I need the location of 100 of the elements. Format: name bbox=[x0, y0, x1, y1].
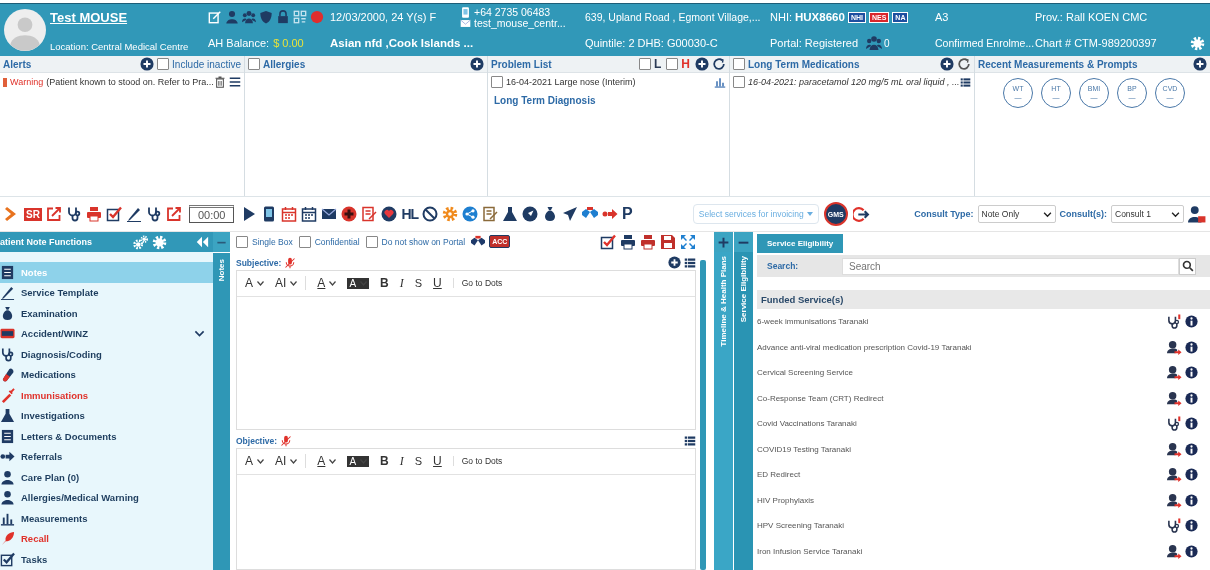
printer-icon[interactable] bbox=[620, 233, 636, 250]
sidebar-item[interactable]: Examination bbox=[0, 303, 213, 324]
service-name[interactable]: HIV Prophylaxis bbox=[757, 495, 1164, 505]
add-icon[interactable] bbox=[470, 57, 484, 71]
problem-entry[interactable]: 16-04-2021 Large nose (Interim) bbox=[506, 77, 711, 87]
text-editor[interactable]: A AI A A B I S U Go to Dots bbox=[236, 269, 696, 430]
add-icon[interactable] bbox=[1193, 57, 1207, 71]
format-button[interactable]: AI bbox=[275, 454, 307, 469]
checkbox[interactable] bbox=[298, 235, 311, 248]
sidebar-item[interactable]: Measurements bbox=[0, 508, 213, 529]
search-field[interactable]: Search bbox=[842, 257, 1179, 275]
lock-icon[interactable] bbox=[276, 10, 290, 24]
user-lock-icon[interactable] bbox=[1188, 205, 1206, 223]
add-icon[interactable] bbox=[695, 57, 709, 71]
refresh-icon[interactable] bbox=[957, 57, 971, 71]
person-arrow-icon[interactable] bbox=[1167, 467, 1182, 483]
checkbox[interactable] bbox=[248, 58, 260, 70]
checkbox[interactable] bbox=[666, 58, 679, 70]
service-name[interactable]: HPV Screening Taranaki bbox=[757, 521, 1164, 531]
medication-entry[interactable]: 16-04-2021: paracetamol 120 mg/5 mL oral liquid , ... bbox=[748, 77, 957, 87]
microphone-icon[interactable] bbox=[280, 434, 293, 447]
format-button[interactable]: A bbox=[317, 276, 337, 291]
alert-text[interactable]: (Patient known to stood on. Refer to Pra... bbox=[46, 77, 211, 87]
caret-icon[interactable] bbox=[329, 280, 337, 286]
pen-icon[interactable] bbox=[125, 206, 142, 222]
sidebar-item[interactable]: Tasks bbox=[0, 549, 213, 570]
group-icon[interactable] bbox=[866, 35, 883, 51]
menu-icon[interactable] bbox=[229, 76, 241, 88]
checkbox-icon[interactable] bbox=[0, 551, 15, 567]
stethoscope-icon[interactable] bbox=[1167, 314, 1182, 330]
info-icon[interactable] bbox=[1185, 442, 1198, 456]
format-button[interactable]: I bbox=[399, 454, 404, 469]
sidebar-item[interactable]: Investigations bbox=[0, 405, 213, 426]
format-button[interactable]: Go to Dots bbox=[452, 278, 503, 289]
format-button[interactable]: AI bbox=[275, 276, 307, 291]
person-arrow-icon[interactable] bbox=[1167, 390, 1182, 406]
format-button[interactable]: A bbox=[347, 277, 370, 289]
save-icon[interactable] bbox=[660, 233, 676, 250]
sidebar-item[interactable]: Medications bbox=[0, 364, 213, 385]
group-icon[interactable] bbox=[242, 10, 256, 24]
settings-icon[interactable] bbox=[1189, 35, 1205, 51]
clipboard-icon[interactable] bbox=[482, 206, 499, 222]
arrow-right-icon[interactable] bbox=[602, 206, 619, 222]
flask-icon[interactable] bbox=[502, 206, 519, 222]
stethoscope-icon[interactable] bbox=[0, 346, 15, 362]
hl-button[interactable]: HL bbox=[401, 206, 419, 222]
expand-icon[interactable] bbox=[680, 233, 696, 250]
service-name[interactable]: Advance anti-viral medication prescription Covid-19 Taranaki bbox=[757, 342, 1164, 352]
scrollbar[interactable] bbox=[700, 260, 706, 570]
service-name[interactable]: Iron Infusion Service Taranaki bbox=[757, 546, 1164, 556]
stethoscope-icon[interactable] bbox=[145, 206, 162, 222]
sidebar-item[interactable]: Accident/WINZ bbox=[0, 323, 213, 344]
list-icon[interactable] bbox=[684, 434, 696, 447]
consult-select[interactable]: Consult 1 bbox=[1111, 205, 1184, 223]
info-icon[interactable] bbox=[1185, 493, 1198, 507]
envelope-icon[interactable] bbox=[321, 206, 338, 222]
microphone-icon[interactable] bbox=[284, 256, 297, 269]
service-name[interactable]: COVID19 Testing Taranaki bbox=[757, 444, 1164, 454]
caret-icon[interactable] bbox=[257, 280, 264, 286]
format-button[interactable]: A bbox=[347, 456, 370, 467]
format-button[interactable]: B bbox=[380, 454, 389, 469]
info-icon[interactable] bbox=[1185, 544, 1198, 558]
format-button[interactable]: A bbox=[245, 454, 264, 469]
medical-bag-icon[interactable] bbox=[0, 305, 15, 321]
flask-icon[interactable] bbox=[0, 408, 15, 424]
person-arrow-icon[interactable] bbox=[1167, 441, 1182, 457]
add-icon[interactable] bbox=[140, 57, 155, 71]
sidebar-item[interactable]: Service Template bbox=[0, 282, 213, 303]
format-button[interactable]: U bbox=[433, 276, 442, 291]
format-button[interactable]: I bbox=[399, 275, 404, 291]
info-icon[interactable] bbox=[1185, 519, 1198, 533]
checkbox[interactable] bbox=[491, 76, 503, 88]
sidebar-item[interactable]: Diagnosis/Coding bbox=[0, 344, 213, 365]
sidebar-item[interactable]: Letters & Documents bbox=[0, 426, 213, 447]
sidebar-item[interactable]: Immunisations bbox=[0, 385, 213, 406]
chevron-down-icon[interactable] bbox=[1042, 209, 1052, 219]
document-icon[interactable] bbox=[0, 264, 15, 280]
stethoscope-icon[interactable] bbox=[1167, 416, 1182, 432]
add-icon[interactable] bbox=[668, 256, 681, 270]
checkbox[interactable] bbox=[365, 235, 378, 248]
sidebar-item[interactable]: Care Plan (0) bbox=[0, 467, 213, 488]
refresh-icon[interactable] bbox=[712, 57, 726, 71]
info-icon[interactable] bbox=[1185, 417, 1198, 431]
status-dot-icon[interactable] bbox=[310, 10, 324, 24]
checkbox-icon[interactable] bbox=[105, 206, 122, 222]
capsule-icon[interactable] bbox=[0, 367, 15, 383]
consult-type-select[interactable]: Note Only bbox=[977, 205, 1056, 223]
list-icon[interactable] bbox=[960, 76, 971, 88]
calendar-icon[interactable] bbox=[301, 206, 318, 222]
service-name[interactable]: Co-Response Team (CRT) Redirect bbox=[757, 393, 1164, 403]
sr-button[interactable]: SR bbox=[24, 207, 42, 221]
collapse-icon[interactable] bbox=[195, 235, 209, 249]
format-button[interactable]: U bbox=[433, 454, 442, 469]
checkbox[interactable] bbox=[639, 58, 651, 70]
share-box-icon[interactable] bbox=[165, 206, 182, 222]
caret-icon[interactable] bbox=[257, 459, 264, 464]
service-name[interactable]: Covid Vaccinations Taranaki bbox=[757, 419, 1164, 429]
caret-icon[interactable] bbox=[329, 459, 337, 464]
format-button[interactable]: A bbox=[245, 276, 264, 291]
person-arrow-icon[interactable] bbox=[1167, 543, 1182, 559]
